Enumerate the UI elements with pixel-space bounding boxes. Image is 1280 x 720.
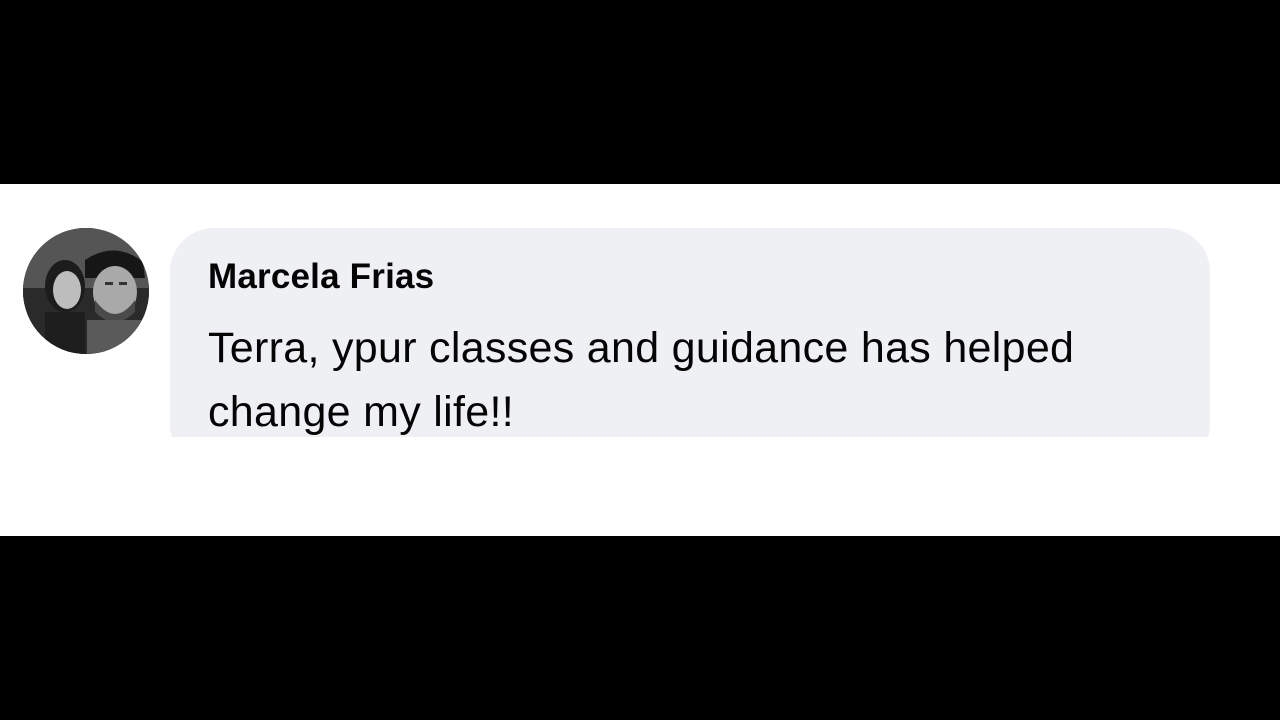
comment-text: Terra, ypur classes and guidance has hel…: [208, 324, 1075, 436]
bubble-cutoff: [0, 437, 1280, 536]
letterbox-bottom: [0, 536, 1280, 720]
profile-photo-icon: [23, 228, 149, 354]
comment-area: Marcela Frias Terra, ypur classes and gu…: [0, 184, 1280, 536]
comment-author-name[interactable]: Marcela Frias: [208, 257, 434, 297]
letterbox-top: [0, 0, 1280, 184]
author-avatar[interactable]: [23, 228, 149, 354]
